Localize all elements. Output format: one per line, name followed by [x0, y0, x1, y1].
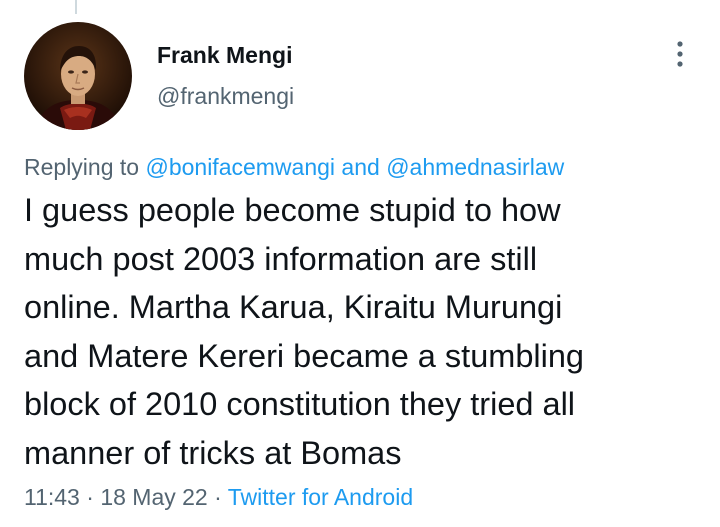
- tweet-text-line: block of 2010 constitution they tried al…: [24, 386, 576, 422]
- tweet-text-line: online. Martha Karua, Kiraitu Murungi: [24, 289, 563, 325]
- tweet-text-line: and Matere Kereri became a stumbling: [24, 337, 585, 374]
- tweet-author: Frank Mengi @frankmengi: [157, 40, 294, 111]
- mention-link-ahmednasirlaw[interactable]: @ahmednasirlaw: [386, 154, 564, 180]
- more-options-button[interactable]: [664, 38, 696, 70]
- reply-context: Replying to @bonifacemwangi and @ahmedna…: [24, 152, 564, 182]
- author-handle[interactable]: @frankmengi: [157, 81, 294, 111]
- tweet-time[interactable]: 11:43: [24, 484, 80, 510]
- portrait-avatar-image: [24, 22, 132, 130]
- tweet-metadata: 11:43 · 18 May 22 · Twitter for Android: [24, 482, 413, 512]
- author-display-name[interactable]: Frank Mengi: [157, 40, 294, 70]
- meta-separator: ·: [207, 484, 228, 510]
- thread-connector-line: [75, 0, 77, 14]
- reply-context-connector[interactable]: and: [335, 154, 386, 180]
- tweet-text-line: I guess people become stupid to how: [24, 192, 561, 228]
- tweet-text-line: much post 2003 information are still: [24, 240, 538, 277]
- tweet-text-line: manner of tricks at Bomas: [24, 434, 402, 471]
- tweet-text: I guess people become stupid to how much…: [24, 186, 704, 477]
- meta-separator: ·: [79, 484, 101, 510]
- tweet-date[interactable]: 18 May 22: [100, 484, 207, 510]
- avatar[interactable]: [24, 22, 132, 130]
- tweet-source-link[interactable]: Twitter for Android: [228, 484, 413, 510]
- vertical-ellipsis-icon: [677, 41, 683, 67]
- reply-context-prefix: Replying to: [24, 154, 146, 180]
- mention-link-bonifacemwangi[interactable]: @bonifacemwangi: [145, 154, 335, 180]
